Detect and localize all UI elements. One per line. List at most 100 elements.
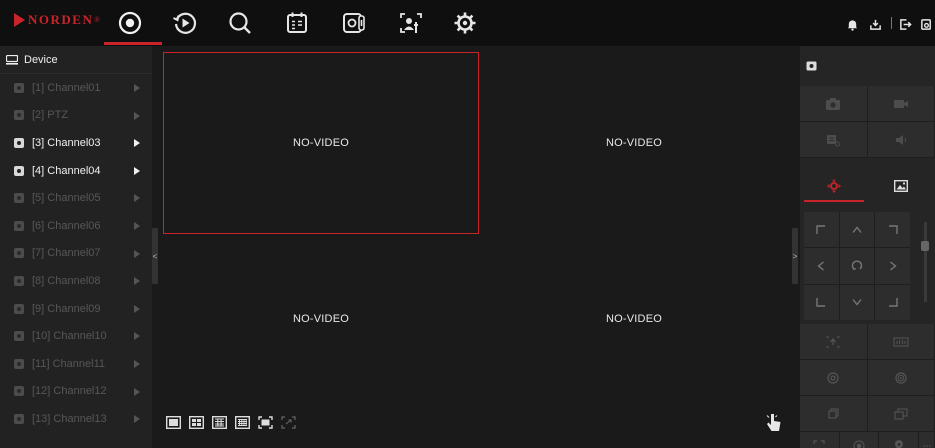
sidebar-header[interactable]: Device — [0, 46, 152, 74]
schedule-icon[interactable] — [278, 6, 316, 40]
ptz-speed-slider-knob[interactable] — [921, 241, 929, 251]
layout-toolbar — [166, 416, 296, 429]
record-button[interactable] — [867, 86, 935, 122]
ptz-speed-slider-track[interactable] — [924, 222, 927, 302]
download-icon[interactable] — [867, 16, 883, 32]
ptz-up-right-button[interactable] — [875, 212, 910, 248]
play-channel-icon[interactable] — [134, 387, 140, 396]
video-cell-1[interactable]: NO-VIDEO — [163, 52, 479, 234]
ptz-right-button[interactable] — [875, 248, 910, 284]
ptz-auto-scan-button[interactable] — [839, 248, 875, 284]
audio-button[interactable] — [867, 122, 935, 158]
play-channel-icon[interactable] — [134, 332, 140, 341]
arrow-up-right-icon — [888, 224, 898, 234]
video-cell-2[interactable]: NO-VIDEO — [476, 52, 792, 234]
touch-pointer-icon[interactable] — [764, 413, 782, 433]
play-channel-icon[interactable] — [134, 415, 140, 424]
video-grid: NO-VIDEO NO-VIDEO NO-VIDEO NO-VIDEO — [160, 46, 792, 440]
preset-button[interactable] — [800, 432, 840, 448]
iris-close-icon — [894, 407, 908, 420]
image-settings-icon — [894, 180, 909, 192]
original-scale-icon[interactable] — [281, 416, 296, 429]
no-video-label: NO-VIDEO — [606, 137, 662, 149]
brand-name: NORDEN — [28, 12, 94, 27]
play-channel-icon[interactable] — [134, 277, 140, 286]
stream-select-button[interactable] — [800, 122, 868, 158]
snapshot-button[interactable] — [800, 86, 868, 122]
collapse-sidebar-handle[interactable]: < — [152, 228, 158, 284]
settings-gear-icon[interactable] — [446, 6, 484, 40]
ptz-control-panel — [800, 46, 935, 448]
zoom-out-button[interactable] — [867, 324, 935, 360]
sidebar-channel-item[interactable]: [7] Channel07 — [0, 240, 152, 268]
location-button[interactable] — [879, 432, 920, 448]
play-channel-icon[interactable] — [134, 139, 140, 148]
play-channel-icon[interactable] — [134, 221, 140, 230]
zoom-in-button[interactable] — [800, 324, 868, 360]
ai-analysis-icon[interactable] — [335, 6, 373, 40]
play-channel-icon[interactable] — [134, 359, 140, 368]
face-recognition-icon[interactable] — [392, 6, 430, 40]
live-view-icon[interactable] — [111, 6, 149, 40]
lock-icon[interactable] — [918, 16, 934, 32]
ptz-direction-icon — [826, 179, 841, 193]
sidebar-channel-item[interactable]: [3] Channel03 — [0, 129, 152, 157]
fullscreen-icon[interactable] — [258, 416, 273, 429]
play-channel-icon[interactable] — [134, 84, 140, 92]
layout-4-icon[interactable] — [189, 416, 204, 429]
tab-image[interactable] — [868, 166, 935, 206]
ptz-down-right-button[interactable] — [875, 284, 910, 320]
arrow-up-icon — [852, 226, 862, 233]
arrow-left-icon — [817, 261, 825, 271]
search-icon[interactable] — [221, 6, 259, 40]
playback-icon[interactable] — [166, 6, 204, 40]
layout-9-icon[interactable] — [212, 416, 227, 429]
sidebar-channel-item[interactable]: [4] Channel04 — [0, 157, 152, 185]
video-cell-4[interactable]: NO-VIDEO — [476, 228, 792, 410]
sidebar-channel-item[interactable]: [1] Channel01 — [0, 74, 152, 102]
tab-ptz[interactable] — [800, 166, 868, 206]
camera-channel-icon — [14, 110, 24, 121]
focus-far-button[interactable] — [867, 360, 935, 396]
location-pin-icon — [894, 440, 903, 448]
iris-open-button[interactable] — [800, 396, 868, 432]
auxiliary-controls — [800, 432, 935, 448]
collapse-ptz-panel-handle[interactable]: > — [792, 228, 798, 284]
top-bar: NORDEN ® — [0, 0, 935, 46]
play-channel-icon[interactable] — [134, 304, 140, 313]
sidebar-channel-item[interactable]: [13] Channel13 — [0, 405, 152, 433]
device-sidebar: Device [1] Channel01 [2] PTZ [3] Channel03… — [0, 46, 152, 448]
alarm-bell-icon[interactable] — [844, 16, 860, 32]
brand-logo: NORDEN ® — [14, 12, 100, 28]
channel-label: [8] Channel08 — [32, 274, 101, 287]
channel-label: [6] Channel06 — [32, 219, 101, 232]
cruise-button[interactable] — [839, 432, 880, 448]
layout-16-icon[interactable] — [235, 416, 250, 429]
ptz-down-left-button[interactable] — [804, 284, 839, 320]
sidebar-channel-item[interactable]: [2] PTZ — [0, 102, 152, 130]
sidebar-channel-item[interactable]: [5] Channel05 — [0, 184, 152, 212]
no-video-label: NO-VIDEO — [606, 313, 662, 325]
play-channel-icon[interactable] — [134, 166, 140, 175]
ptz-down-button[interactable] — [839, 284, 875, 320]
device-icon — [6, 54, 18, 65]
play-channel-icon[interactable] — [134, 249, 140, 258]
sidebar-channel-item[interactable]: [8] Channel08 — [0, 267, 152, 295]
focus-near-button[interactable] — [800, 360, 868, 396]
ptz-up-left-button[interactable] — [804, 212, 839, 248]
video-cell-3[interactable]: NO-VIDEO — [163, 228, 479, 410]
sidebar-channel-item[interactable]: [10] Channel10 — [0, 322, 152, 350]
sidebar-channel-item[interactable]: [11] Channel11 — [0, 350, 152, 378]
ptz-left-button[interactable] — [804, 248, 839, 284]
play-channel-icon[interactable] — [134, 111, 140, 120]
iris-close-button[interactable] — [867, 396, 935, 432]
ptz-up-button[interactable] — [839, 212, 875, 248]
sidebar-channel-item[interactable]: [9] Channel09 — [0, 295, 152, 323]
sidebar-channel-item[interactable]: [12] Channel12 — [0, 378, 152, 406]
channel-label: [1] Channel01 — [32, 81, 101, 94]
more-options-button[interactable] — [919, 432, 935, 448]
layout-1-icon[interactable] — [166, 416, 181, 429]
logout-icon[interactable] — [897, 16, 913, 32]
sidebar-channel-item[interactable]: [6] Channel06 — [0, 212, 152, 240]
play-channel-icon[interactable] — [134, 194, 140, 203]
